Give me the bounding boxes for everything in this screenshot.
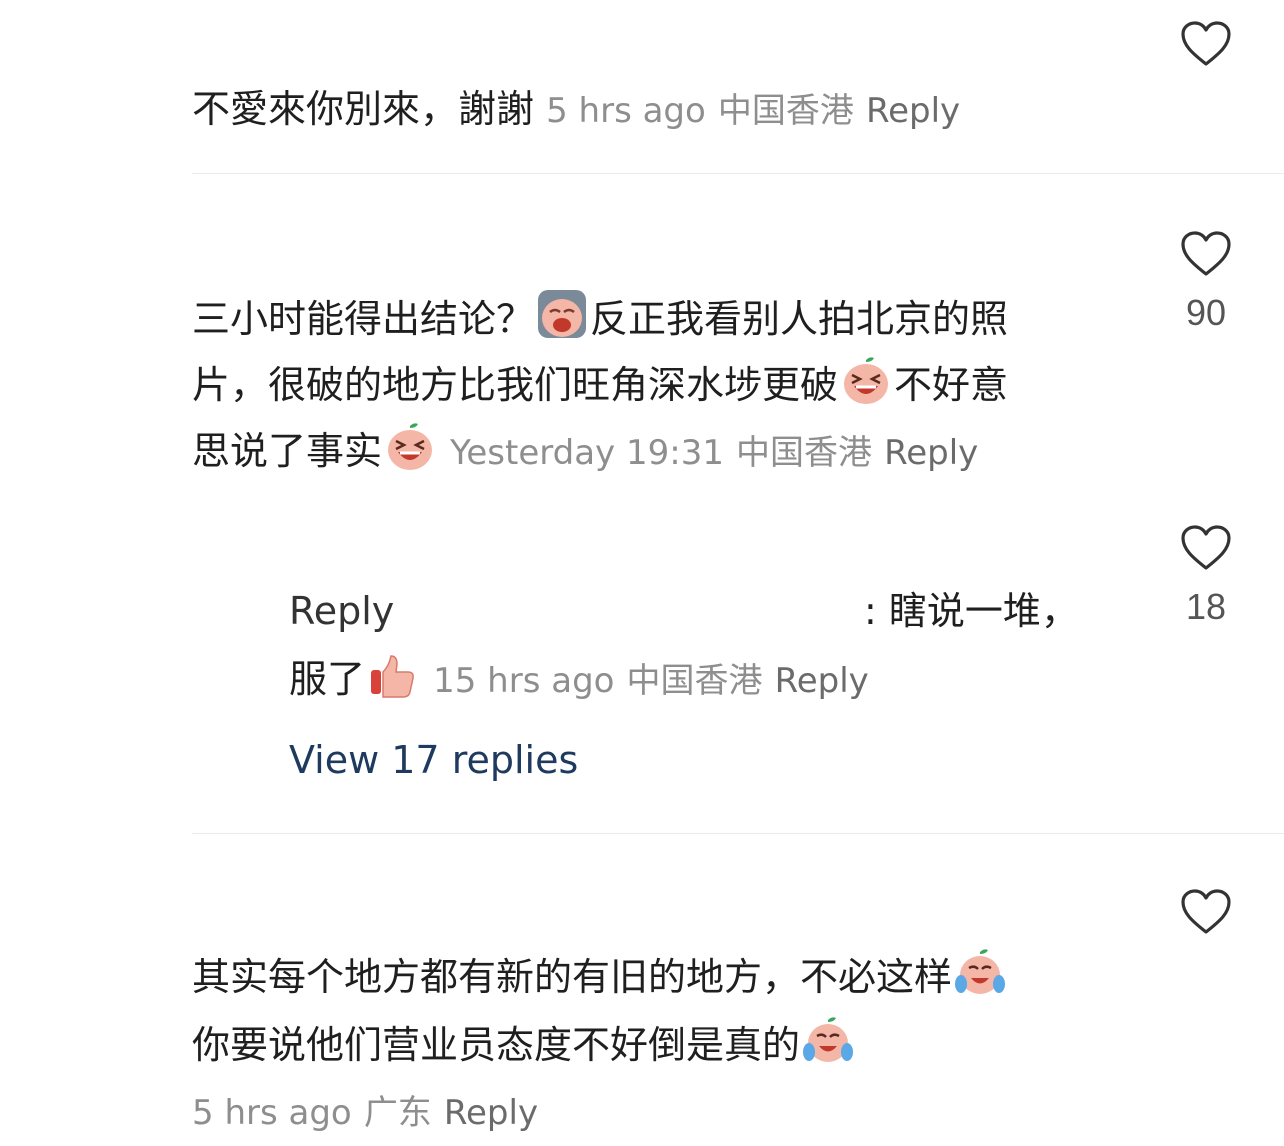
- tears-of-joy-emoji-icon: [954, 946, 1006, 998]
- thumbs-up-emoji-icon: [367, 648, 419, 700]
- divider: [192, 173, 1284, 174]
- comment-line: 思说了事实 Yesterday 19:31 中国香港 Reply: [192, 418, 978, 486]
- comment-line: 服了 15 hrs ago 中国香港 Reply: [289, 646, 869, 714]
- comment-meta: 5 hrs ago 广东 Reply: [192, 1078, 538, 1146]
- laughing-face-emoji-icon: [840, 354, 892, 406]
- reply-header: Reply : 瞎说一堆，: [289, 578, 1109, 644]
- divider: [192, 833, 1284, 834]
- laughing-face-emoji-icon: [384, 420, 436, 472]
- like-count: 18: [1185, 586, 1227, 627]
- reply-text: : 瞎说一堆，: [864, 589, 1079, 633]
- reply-prefix: Reply: [289, 589, 395, 633]
- reply-time: 15 hrs ago: [433, 661, 615, 701]
- view-replies-button[interactable]: View 17 replies: [289, 738, 578, 782]
- like-button[interactable]: [1176, 20, 1236, 68]
- reply-link[interactable]: Reply: [775, 661, 869, 701]
- like-count: 90: [1185, 292, 1227, 333]
- like-button[interactable]: 90: [1176, 230, 1236, 334]
- comment-text: 反正我看别人拍北京的照: [590, 297, 1009, 341]
- reply-location: 中国香港: [626, 661, 763, 701]
- comment-time: 5 hrs ago: [546, 91, 706, 131]
- heart-outline-icon[interactable]: [1180, 888, 1232, 936]
- crying-face-emoji-icon: [536, 288, 588, 340]
- comment-text: 三小时能得出结论？: [192, 297, 535, 341]
- comment-text: 不好意: [894, 363, 1009, 407]
- comment-line: 片，很破的地方比我们旺角深水埗更破 不好意: [192, 352, 1008, 418]
- comment-text: 片，很破的地方比我们旺角深水埗更破: [192, 363, 839, 407]
- reply-link[interactable]: Reply: [884, 433, 978, 473]
- comment-text: 其实每个地方都有新的有旧的地方，不必这样: [192, 955, 953, 999]
- reply-text: 服了: [289, 657, 366, 701]
- comment-text: 你要说他们营业员态度不好倒是真的: [192, 1023, 801, 1067]
- comment-location: 广东: [363, 1093, 432, 1133]
- comment-text: 不愛來你別來，謝謝: [192, 87, 535, 131]
- comment-location: 中国香港: [736, 433, 873, 473]
- heart-outline-icon[interactable]: [1180, 524, 1232, 572]
- comment-time: 5 hrs ago: [192, 1093, 352, 1133]
- like-button[interactable]: 18: [1176, 524, 1236, 628]
- comment-line: 三小时能得出结论？ 反正我看别人拍北京的照: [192, 286, 1008, 352]
- tears-of-joy-emoji-icon: [802, 1014, 854, 1066]
- comment-location: 中国香港: [717, 91, 854, 131]
- comment-line: 其实每个地方都有新的有旧的地方，不必这样: [192, 944, 1008, 1010]
- comment-body: 不愛來你別來，謝謝 5 hrs ago 中国香港 Reply: [192, 76, 960, 144]
- comment-time: Yesterday 19:31: [450, 433, 724, 473]
- heart-outline-icon[interactable]: [1180, 20, 1232, 68]
- comment-line: 你要说他们营业员态度不好倒是真的: [192, 1012, 856, 1078]
- like-button[interactable]: [1176, 888, 1236, 936]
- comment-text: 思说了事实: [192, 429, 383, 473]
- heart-outline-icon[interactable]: [1180, 230, 1232, 278]
- reply-link[interactable]: Reply: [866, 91, 960, 131]
- reply-link[interactable]: Reply: [444, 1093, 538, 1133]
